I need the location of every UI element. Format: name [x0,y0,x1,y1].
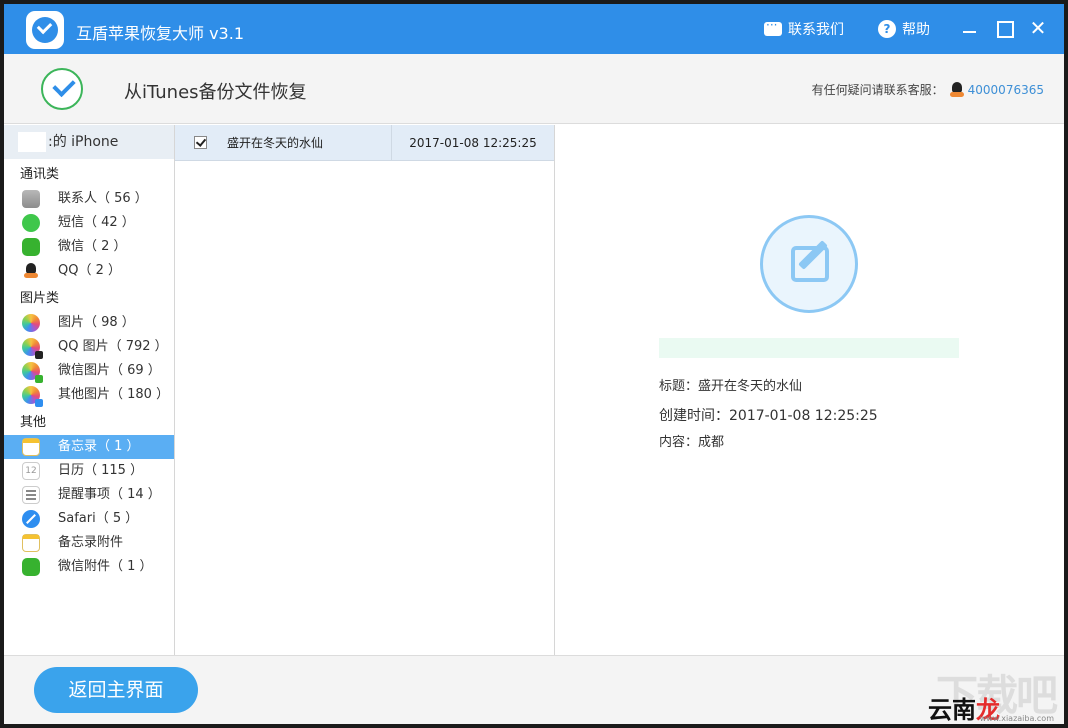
sidebar-item-label: QQ（ 2 ） [58,263,122,278]
notes-attachment-icon [22,534,40,552]
sidebar-item-contacts[interactable]: 联系人（ 56 ） [4,187,174,211]
chat-icon [764,18,782,36]
reminders-icon [22,486,40,504]
sidebar-item-calendar[interactable]: 12 日历（ 115 ） [4,459,174,483]
sms-icon [22,214,40,232]
category-sidebar: :的 iPhone 通讯类 联系人（ 56 ） 短信（ 42 ） 微信（ 2 ）… [4,125,175,655]
wechat-photos-icon [22,362,43,383]
sidebar-item-label: 联系人（ 56 ） [58,191,148,206]
question-icon: ? [878,20,896,38]
notes-list: 盛开在冬天的水仙 2017-01-08 12:25:25 [175,124,555,655]
sidebar-item-reminders[interactable]: 提醒事项（ 14 ） [4,483,174,507]
sidebar-item-label: 图片（ 98 ） [58,315,135,330]
sidebar-item-qq-photos[interactable]: QQ 图片（ 792 ） [4,335,174,359]
sidebar-item-label: QQ 图片（ 792 ） [58,339,168,354]
support-prefix: 有任何疑问请联系客服： [811,83,944,97]
sidebar-item-label: 短信（ 42 ） [58,215,135,230]
back-to-main-button[interactable]: 返回主界面 [34,667,198,713]
qq-icon [949,81,964,98]
edit-note-icon [760,215,858,313]
help-button[interactable]: ? 帮助 [878,19,930,39]
app-window: 互盾苹果恢复大师 v3.1 联系我们 ? 帮助 ✕ 从iTunes备份文件恢复 … [4,4,1064,724]
help-label: 帮助 [902,22,930,38]
detail-highlight-bar [659,338,959,358]
sidebar-item-qq[interactable]: QQ（ 2 ） [4,259,174,283]
maximize-button[interactable] [992,16,1016,40]
sidebar-item-wechat-attachments[interactable]: 微信附件（ 1 ） [4,555,174,579]
device-name[interactable]: :的 iPhone [4,125,174,159]
title-bar: 互盾苹果恢复大师 v3.1 联系我们 ? 帮助 ✕ [4,4,1064,54]
group-title-other: 其他 [20,415,47,430]
sidebar-item-label: 微信（ 2 ） [58,239,127,254]
sidebar-item-label: 提醒事项（ 14 ） [58,487,161,502]
close-button[interactable]: ✕ [1026,16,1050,40]
sidebar-item-label: 备忘录附件 [58,535,124,550]
sidebar-item-label: 微信图片（ 69 ） [58,363,161,378]
select-checkbox[interactable] [194,136,207,149]
contacts-icon [22,190,40,208]
calendar-icon: 12 [22,462,40,480]
wechat-icon [22,238,40,256]
contact-us-button[interactable]: 联系我们 [764,18,844,39]
sidebar-item-sms[interactable]: 短信（ 42 ） [4,211,174,235]
device-name-redaction [18,132,46,152]
check-logo-icon [41,68,83,110]
group-title-pictures: 图片类 [20,291,60,306]
support-number-link[interactable]: 4000076365 [968,83,1044,97]
support-info: 有任何疑问请联系客服： 4000076365 [812,81,1044,98]
photos-icon [22,314,40,332]
detail-created-time: 创建时间：2017-01-08 12:25:25 [659,408,878,424]
qq-icon [22,262,40,280]
list-item[interactable]: 盛开在冬天的水仙 2017-01-08 12:25:25 [175,124,554,161]
sidebar-item-wechat-photos[interactable]: 微信图片（ 69 ） [4,359,174,383]
sidebar-item-notes-attachments[interactable]: 备忘录附件 [4,531,174,555]
note-detail: 标题：盛开在冬天的水仙 创建时间：2017-01-08 12:25:25 内容：… [556,125,1064,655]
sidebar-item-photos[interactable]: 图片（ 98 ） [4,311,174,335]
detail-title: 标题：盛开在冬天的水仙 [659,379,803,394]
sidebar-item-label: 日历（ 115 ） [58,463,144,478]
sidebar-item-label: 其他图片（ 180 ） [58,387,170,402]
watermark-url: www.xiazaiba.com [979,714,1054,723]
watermark-brand-a: 云南 [928,696,976,724]
sidebar-item-notes[interactable]: 备忘录（ 1 ） [4,435,174,459]
footer: 返回主界面 下载吧 云南龙网 www.xiazaiba.com [4,655,1064,724]
wechat-attachment-icon [22,558,40,576]
safari-icon [22,510,40,528]
watermark-logo: 下载吧 云南龙网 www.xiazaiba.com [928,662,1058,724]
contact-us-label: 联系我们 [788,22,844,38]
app-title: 互盾苹果恢复大师 v3.1 [76,24,245,43]
group-title-communication: 通讯类 [20,167,60,182]
sidebar-item-safari[interactable]: Safari（ 5 ） [4,507,174,531]
page-header: 从iTunes备份文件恢复 有任何疑问请联系客服： 4000076365 [4,54,1064,124]
sidebar-item-label: Safari（ 5 ） [58,511,139,526]
sidebar-item-other-photos[interactable]: 其他图片（ 180 ） [4,383,174,407]
app-logo-icon [26,11,64,49]
page-title: 从iTunes备份文件恢复 [124,82,307,103]
note-date: 2017-01-08 12:25:25 [409,135,537,150]
notes-icon [22,438,40,456]
sidebar-item-wechat[interactable]: 微信（ 2 ） [4,235,174,259]
note-title: 盛开在冬天的水仙 [227,136,324,150]
other-photos-icon [22,386,43,407]
qq-photos-icon [22,338,43,359]
sidebar-item-label: 微信附件（ 1 ） [58,559,153,574]
device-name-label: :的 iPhone [48,134,119,150]
detail-content: 内容：成都 [659,435,725,450]
minimize-button[interactable] [958,16,982,40]
sidebar-item-label: 备忘录（ 1 ） [58,439,140,454]
